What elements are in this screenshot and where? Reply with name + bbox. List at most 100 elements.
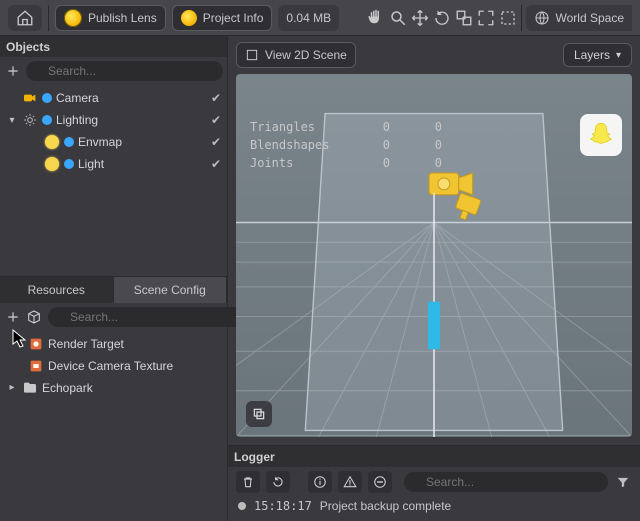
divider — [521, 5, 522, 31]
enabled-dot-icon — [42, 93, 52, 103]
log-warning-filter-button[interactable] — [338, 471, 362, 493]
logger-header: Logger — [228, 446, 640, 467]
resources-tabs: Resources Scene Config — [0, 276, 227, 303]
scene-viewport[interactable]: Triangles 0 0 Blendshapes 0 0 Joints 0 0 — [236, 74, 632, 437]
expand-tool-button[interactable] — [477, 9, 495, 27]
pan-tool-button[interactable] — [367, 9, 385, 27]
log-entry[interactable]: 15:18:17 Project backup complete — [228, 497, 640, 515]
resource-item-label: Device Camera Texture — [48, 359, 221, 373]
stat-triangles-label: Triangles — [250, 118, 338, 136]
hand-icon — [367, 9, 385, 27]
publish-lens-button[interactable]: Publish Lens — [55, 5, 166, 31]
publish-lens-label: Publish Lens — [88, 11, 157, 25]
resource-item-echopark[interactable]: ▸ Echopark — [0, 377, 227, 399]
add-resource-button[interactable] — [6, 308, 20, 326]
resources-toolbar — [0, 303, 227, 331]
view-2d-scene-label: View 2D Scene — [265, 48, 347, 62]
enabled-dot-icon — [42, 115, 52, 125]
log-message: Project backup complete — [320, 499, 451, 513]
bulb-icon — [44, 134, 60, 150]
world-space-label: World Space — [556, 11, 624, 25]
objects-search-input[interactable] — [26, 61, 223, 81]
resources-search-input[interactable] — [48, 307, 245, 327]
chevron-right-icon[interactable]: ▸ — [6, 382, 18, 393]
magnify-icon — [389, 9, 407, 27]
stat-joints-label: Joints — [250, 154, 338, 172]
objects-panel-header: Objects — [0, 36, 227, 57]
home-button[interactable] — [8, 5, 42, 31]
logger-search-input[interactable] — [404, 472, 608, 492]
square-stack-icon — [251, 406, 267, 422]
enabled-dot-icon — [64, 159, 74, 169]
log-info-filter-button[interactable] — [308, 471, 332, 493]
stat-blendshapes-b: 0 — [418, 136, 442, 154]
error-icon — [373, 475, 387, 489]
plus-icon — [6, 64, 20, 78]
filter-icon — [616, 475, 630, 489]
clear-log-button[interactable] — [236, 471, 260, 493]
layers-label: Layers — [574, 48, 610, 62]
render-target-icon — [28, 336, 44, 352]
bounds-icon — [499, 9, 517, 27]
log-error-filter-button[interactable] — [368, 471, 392, 493]
divider — [48, 5, 49, 31]
cursor-icon — [12, 329, 28, 349]
stat-joints-a: 0 — [366, 154, 390, 172]
tree-item-light[interactable]: Light ✔ — [0, 153, 227, 175]
project-info-button[interactable]: Project Info — [172, 5, 273, 31]
check-icon[interactable]: ✔ — [211, 135, 221, 149]
tree-item-lighting[interactable]: ▾ Lighting ✔ — [0, 109, 227, 131]
warning-icon — [343, 475, 357, 489]
tree-item-camera[interactable]: Camera ✔ — [0, 87, 227, 109]
right-panel: View 2D Scene Layers ▾ — [228, 36, 640, 521]
magnify-tool-button[interactable] — [389, 9, 407, 27]
bounds-tool-button[interactable] — [499, 9, 517, 27]
view-2d-scene-button[interactable]: View 2D Scene — [236, 42, 356, 68]
sun-icon — [22, 112, 38, 128]
resource-item-label: Echopark — [42, 381, 221, 395]
expand-icon — [477, 9, 495, 27]
toggle-2d-view-button[interactable] — [246, 401, 272, 427]
scale-icon — [455, 9, 473, 27]
project-size-button[interactable]: 0.04 MB — [278, 5, 339, 31]
tree-item-label: Camera — [56, 91, 207, 105]
layers-dropdown[interactable]: Layers ▾ — [563, 43, 632, 67]
move-arrows-icon — [411, 9, 429, 27]
filter-button[interactable] — [614, 473, 632, 491]
log-level-dot-icon — [238, 502, 246, 510]
stat-blendshapes-a: 0 — [366, 136, 390, 154]
home-icon — [16, 9, 34, 27]
rotate-tool-button[interactable] — [433, 9, 451, 27]
resources-tree: Render Target Device Camera Texture ▸ Ec… — [0, 331, 227, 521]
snapchat-badge[interactable] — [580, 114, 622, 156]
stat-blendshapes-label: Blendshapes — [250, 136, 338, 154]
chevron-down-icon[interactable]: ▾ — [6, 115, 18, 126]
scene-icon — [245, 48, 259, 62]
tab-resources[interactable]: Resources — [0, 277, 114, 303]
resource-item-device-camera-texture[interactable]: Device Camera Texture — [0, 355, 227, 377]
logger-panel: Logger — [228, 445, 640, 521]
world-space-button[interactable]: World Space — [526, 5, 632, 31]
box-import-icon — [26, 309, 42, 325]
tab-scene-config[interactable]: Scene Config — [114, 277, 228, 303]
scale-tool-button[interactable] — [455, 9, 473, 27]
project-orb-icon — [181, 10, 197, 26]
import-resource-button[interactable] — [26, 308, 42, 326]
check-icon[interactable]: ✔ — [211, 113, 221, 127]
add-object-button[interactable] — [6, 62, 20, 80]
viewport-stats: Triangles 0 0 Blendshapes 0 0 Joints 0 0 — [250, 118, 442, 172]
resource-item-render-target[interactable]: Render Target — [0, 333, 227, 355]
move-tool-button[interactable] — [411, 9, 429, 27]
tree-item-label: Lighting — [56, 113, 207, 127]
reload-log-button[interactable] — [266, 471, 290, 493]
enabled-dot-icon — [64, 137, 74, 147]
rotate-icon — [433, 9, 451, 27]
lens-orb-icon — [64, 9, 82, 27]
check-icon[interactable]: ✔ — [211, 91, 221, 105]
plus-icon — [6, 310, 20, 324]
tree-item-envmap[interactable]: Envmap ✔ — [0, 131, 227, 153]
trash-icon — [241, 475, 255, 489]
check-icon[interactable]: ✔ — [211, 157, 221, 171]
bulb-icon — [44, 156, 60, 172]
chevron-down-icon: ▾ — [616, 50, 621, 61]
